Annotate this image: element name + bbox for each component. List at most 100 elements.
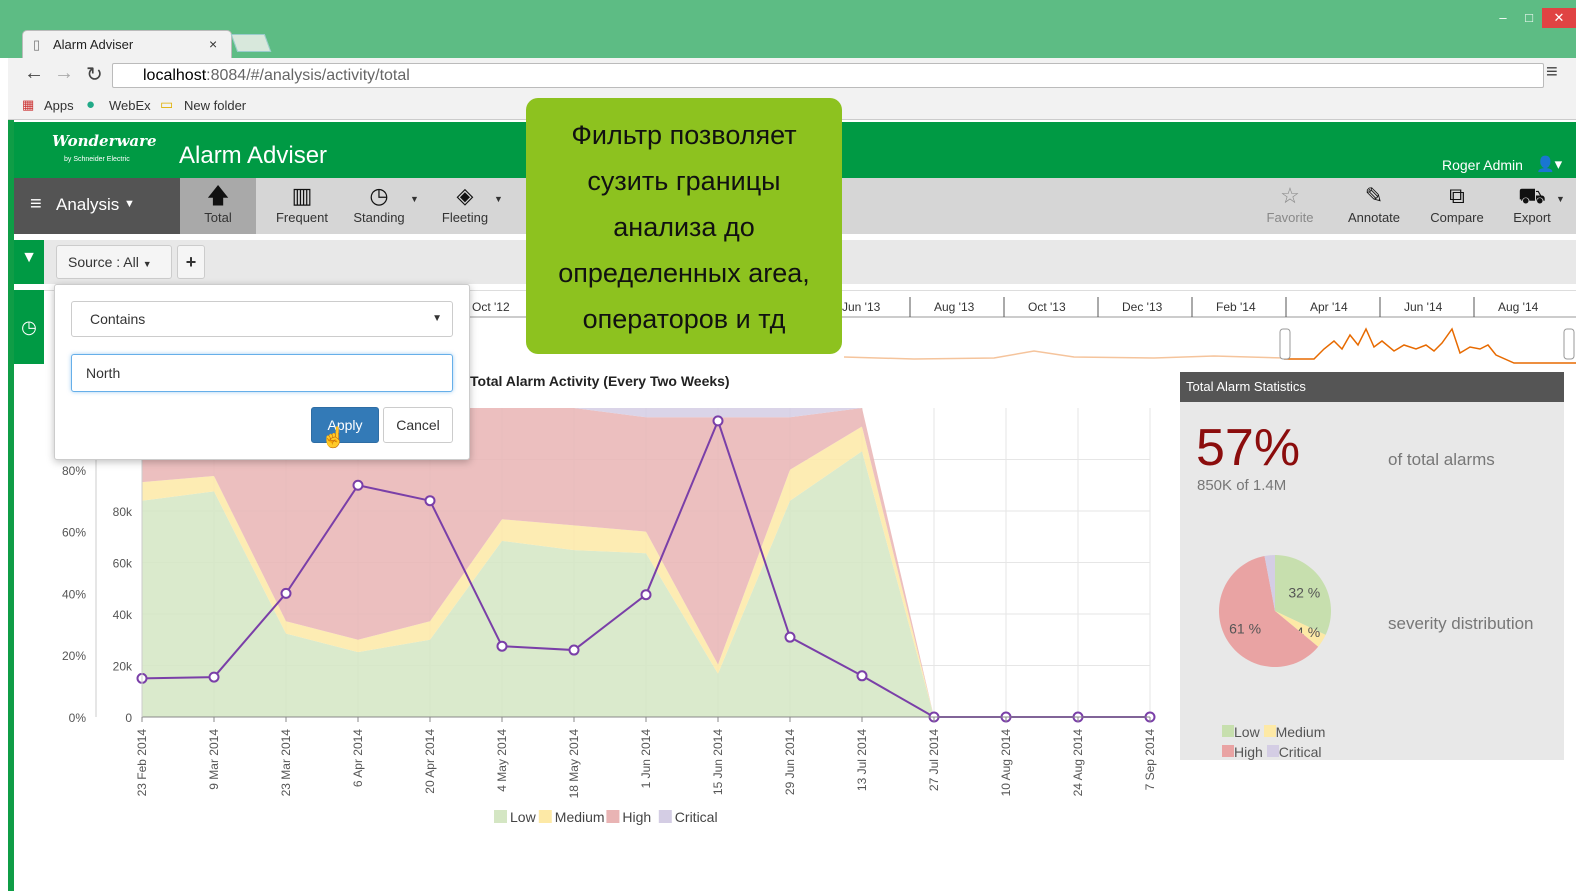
timeline-handle-left[interactable]	[1279, 328, 1291, 360]
page-icon: ▯	[33, 37, 41, 52]
legend-label[interactable]: Critical	[675, 809, 718, 825]
bar-chart-icon: ▥	[291, 183, 313, 208]
line-point[interactable]	[280, 587, 292, 599]
timeline-sparkline-faded	[843, 350, 1285, 360]
line-point[interactable]	[712, 415, 724, 427]
back-icon[interactable]: ←	[24, 62, 44, 85]
legend-swatch-high	[1222, 745, 1234, 757]
close-window-icon[interactable]: ✕	[1542, 8, 1576, 28]
legend-swatch-medium	[1263, 725, 1276, 737]
minimize-icon[interactable]: –	[1490, 8, 1516, 28]
line-point[interactable]	[352, 479, 364, 491]
pie-slices: 32 %4 %61 %	[1219, 555, 1331, 667]
globe-icon: ●	[86, 96, 96, 113]
caret-down-icon: ▼	[432, 313, 442, 324]
timeline-tick-label: Apr '14	[1310, 300, 1348, 314]
line-point[interactable]	[208, 671, 220, 683]
x-tick-label: 13 Jul 2014	[855, 729, 869, 791]
cancel-button[interactable]: Cancel	[383, 407, 453, 443]
stats-count: 850K of 1.4M	[1197, 477, 1287, 494]
url-text: localhost:8084/#/analysis/activity/total	[143, 67, 410, 84]
legend-swatch	[538, 810, 552, 823]
stats-legend: Low Medium High Critical	[1222, 722, 1352, 762]
filter-value-input[interactable]	[71, 354, 453, 392]
timeline-sparkline	[1284, 327, 1576, 364]
window-controls: – □ ✕	[1490, 8, 1576, 30]
add-filter-button[interactable]: +	[177, 245, 205, 279]
bookmark-new-folder[interactable]: New folder	[184, 98, 246, 113]
fleeting-button[interactable]: ◈ Fleeting	[432, 178, 498, 234]
fleeting-caret-icon[interactable]: ▼	[494, 194, 503, 204]
annotate-button[interactable]: ✎ Annotate	[1340, 178, 1408, 234]
compare-button[interactable]: ⧉ Compare	[1424, 178, 1490, 234]
severity-pie: 32 %4 %61 %	[1219, 555, 1331, 667]
legend-label[interactable]: High	[622, 809, 651, 825]
line-point[interactable]	[496, 640, 508, 652]
timeline-handle-right[interactable]	[1563, 328, 1575, 360]
apps-icon[interactable]: ▦	[22, 97, 34, 113]
x-tick-label: 20 Apr 2014	[423, 729, 437, 794]
menu-icon[interactable]: ≡	[1546, 61, 1558, 84]
operator-select[interactable]: Contains ▼	[71, 301, 453, 337]
line-point[interactable]	[424, 495, 436, 507]
folder-icon: ▭	[160, 96, 174, 112]
export-caret-icon[interactable]: ▼	[1556, 194, 1565, 204]
callout-line: определенных area,	[558, 258, 810, 288]
legend-label[interactable]: Medium	[555, 809, 605, 825]
reload-icon[interactable]: ↻	[86, 62, 103, 87]
new-tab-button[interactable]	[230, 34, 272, 52]
x-tick-label: 1 Jun 2014	[639, 729, 653, 789]
timeline-tick-label: Aug '14	[1498, 300, 1539, 314]
timeline-tick-label: Feb '14	[1216, 300, 1256, 314]
close-icon[interactable]: ×	[209, 36, 217, 52]
user-name[interactable]: Roger Admin	[1442, 157, 1523, 173]
logo: Wonderware by Schneider Electric	[52, 132, 157, 163]
line-point[interactable]	[856, 670, 868, 682]
url-field[interactable]: localhost:8084/#/analysis/activity/total	[112, 63, 1544, 88]
history-icon[interactable]: ◷	[14, 290, 44, 364]
total-button[interactable]: 🡅 Total	[180, 178, 256, 234]
source-filter-button[interactable]: Source : All ▼	[56, 245, 172, 279]
filter-icon[interactable]: ▼	[14, 240, 44, 284]
legend-swatch	[658, 810, 672, 823]
timeline-tick-label: Dec '13	[1122, 300, 1163, 314]
y-tick-label-left: 0%	[69, 711, 87, 725]
cursor-hand-icon: ☝	[321, 427, 346, 449]
browser-tab[interactable]: ▯ Alarm Adviser ×	[22, 30, 232, 58]
stats-severity-label: severity distribution	[1388, 614, 1534, 633]
line-point[interactable]	[568, 644, 580, 656]
line-point[interactable]	[640, 589, 652, 601]
caret-icon: ▼	[142, 259, 152, 269]
annotation-callout: Фильтр позволяет сузить границы анализа …	[526, 98, 842, 354]
y-tick-label-right: 20k	[113, 660, 133, 674]
standing-caret-icon[interactable]: ▼	[410, 194, 419, 204]
standing-button[interactable]: ◷ Standing	[344, 178, 414, 234]
tab-title: Alarm Adviser	[53, 37, 134, 52]
legend-label[interactable]: Low	[510, 809, 537, 825]
bookmark-webex[interactable]: WebEx	[109, 98, 151, 113]
export-button[interactable]: ⛟ Export	[1506, 178, 1558, 234]
clock-icon: ◷	[369, 183, 389, 208]
callout-line: сузить границы	[587, 166, 781, 196]
x-tick-label: 7 Sep 2014	[1143, 729, 1157, 791]
maximize-icon[interactable]: □	[1516, 8, 1542, 28]
forward-icon[interactable]: →	[54, 62, 74, 85]
x-tick-label: 24 Aug 2014	[1071, 729, 1085, 797]
favorite-button[interactable]: ☆ Favorite	[1260, 178, 1320, 234]
y-tick-label-right: 60k	[113, 557, 133, 571]
legend-swatch	[494, 810, 507, 823]
bookmark-apps[interactable]: Apps	[44, 98, 74, 113]
y-tick-label-left: 60%	[62, 526, 86, 540]
user-icon[interactable]: 👤▾	[1536, 155, 1562, 173]
line-point[interactable]	[784, 631, 796, 643]
pie-label: 61 %	[1229, 621, 1261, 637]
frequent-button[interactable]: ▥ Frequent	[268, 178, 336, 234]
copy-icon: ⧉	[1449, 183, 1465, 208]
x-tick-label: 18 May 2014	[567, 729, 581, 799]
app-title: Alarm Adviser	[179, 142, 328, 169]
legend-swatch	[606, 810, 620, 823]
x-tick-label: 10 Aug 2014	[999, 729, 1013, 797]
callout-line: Фильтр позволяет	[571, 120, 797, 150]
hamburger-icon: ≡	[30, 193, 42, 215]
analysis-menu[interactable]: ≡ Analysis ▼	[14, 178, 180, 234]
